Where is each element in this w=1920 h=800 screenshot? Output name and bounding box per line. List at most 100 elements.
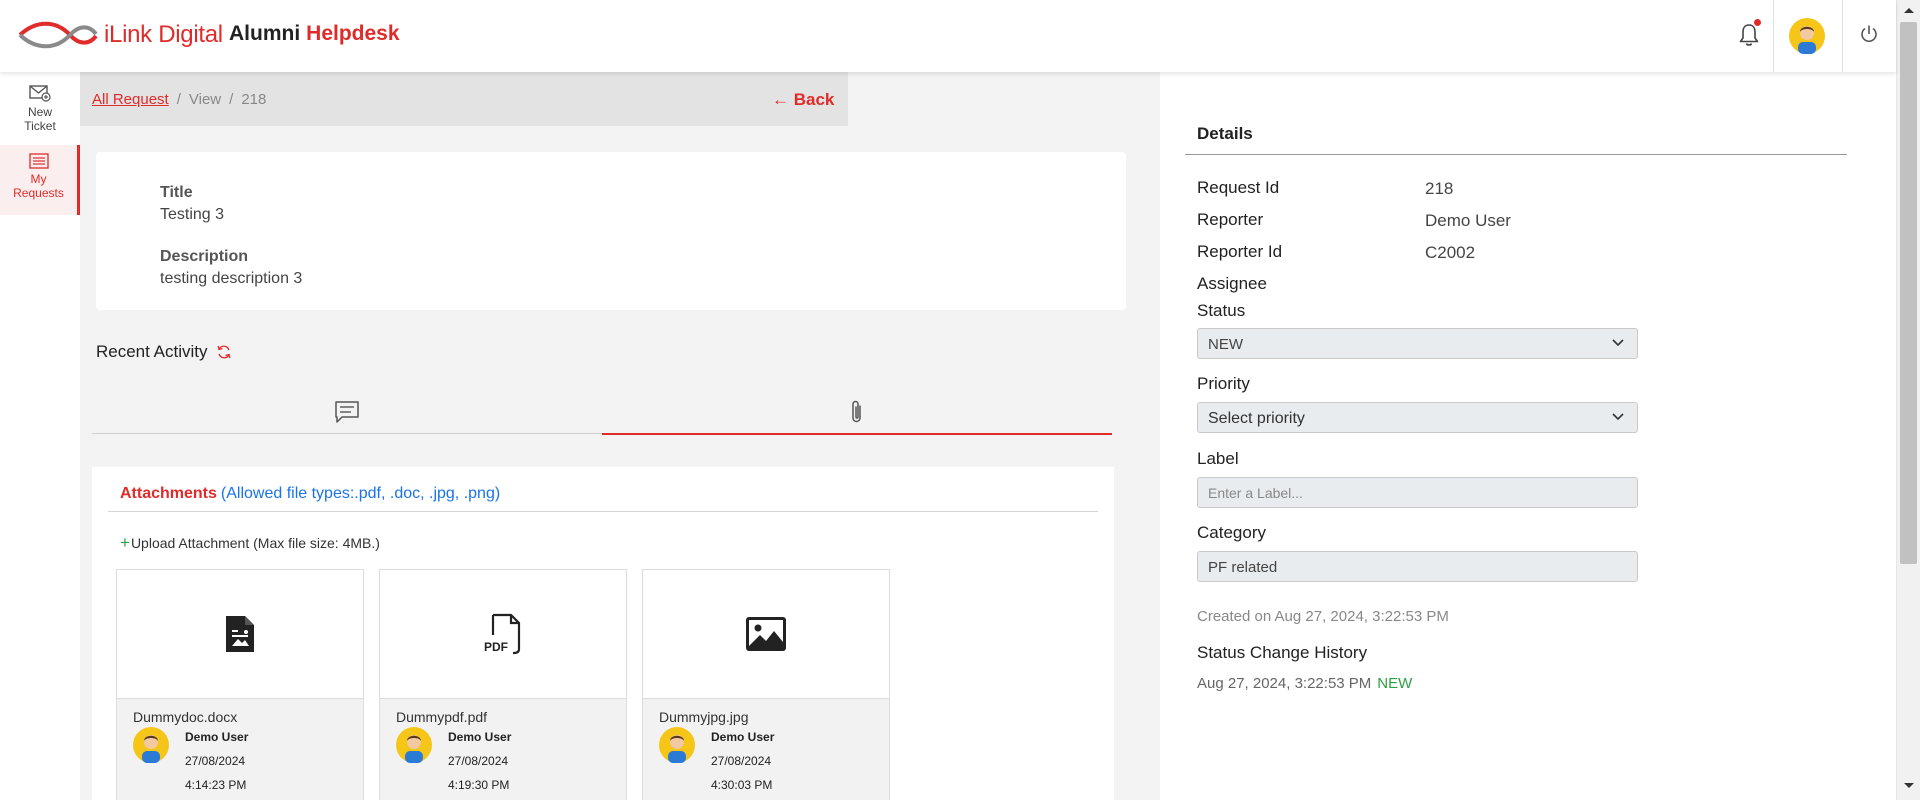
plus-icon: + bbox=[120, 533, 130, 552]
page-scrollbar[interactable] bbox=[1896, 0, 1920, 800]
upload-date: 27/08/2024 bbox=[185, 754, 246, 768]
svg-text:PDF: PDF bbox=[484, 640, 508, 654]
reporter-id-label: Reporter Id bbox=[1197, 242, 1283, 261]
requests-list-icon bbox=[28, 153, 49, 169]
upload-time: 4:14:23 PM bbox=[185, 778, 247, 792]
tab-attachments[interactable] bbox=[602, 390, 1112, 435]
uploader-info: Demo User 27/08/2024 4:30:03 PM bbox=[711, 725, 774, 797]
priority-label: Priority bbox=[1197, 374, 1250, 393]
breadcrumb: All Request / View / 218 bbox=[92, 91, 266, 108]
scroll-up-arrow-icon[interactable] bbox=[1903, 6, 1915, 14]
sidebar-item-my-requests[interactable]: My Requests bbox=[0, 145, 80, 215]
attachment-meta: Dummyjpg.jpg Demo User 27/08/2024 4:30:0… bbox=[643, 698, 889, 800]
recent-activity-label: Recent Activity bbox=[96, 342, 208, 361]
reporter-id-value: C2002 bbox=[1425, 243, 1476, 262]
left-sidebar: New Ticket My Requests bbox=[0, 72, 80, 800]
uploader-info: Demo User 27/08/2024 4:19:30 PM bbox=[448, 725, 511, 797]
status-history-entry: Aug 27, 2024, 3:22:53 PM NEW bbox=[1197, 675, 1412, 692]
top-header: iLink Digital Alumni Helpdesk bbox=[0, 0, 1896, 72]
arrow-left-icon: ← bbox=[772, 90, 789, 109]
header-divider bbox=[1773, 0, 1774, 72]
reporter-row: Reporter Demo User bbox=[1197, 210, 1511, 230]
tab-comments[interactable] bbox=[92, 390, 602, 434]
title-block: Title Testing 3 bbox=[160, 184, 224, 224]
assignee-row: Assignee bbox=[1197, 274, 1267, 294]
image-icon bbox=[746, 617, 786, 651]
category-field[interactable]: PF related bbox=[1197, 551, 1638, 582]
upload-time: 4:19:30 PM bbox=[448, 778, 510, 792]
brand-logo[interactable]: iLink Digital bbox=[18, 18, 223, 52]
uploader-name: Demo User bbox=[711, 730, 775, 744]
sidebar-item-new-ticket[interactable]: New Ticket bbox=[0, 84, 80, 133]
priority-select[interactable]: Select priority bbox=[1197, 402, 1638, 433]
attachment-card[interactable]: PDF Dummypdf.pdf Demo User 27/08/2024 4:… bbox=[379, 569, 627, 800]
description-label: Description bbox=[160, 248, 249, 265]
label-placeholder: Enter a Label... bbox=[1208, 485, 1303, 501]
header-divider bbox=[1842, 0, 1843, 72]
uploader-avatar-icon bbox=[133, 727, 169, 763]
upload-time: 4:30:03 PM bbox=[711, 778, 773, 792]
upload-label: Upload Attachment (Max file size: 4MB.) bbox=[130, 535, 380, 551]
reporter-id-row: Reporter Id C2002 bbox=[1197, 242, 1475, 262]
breadcrumb-separator: / bbox=[176, 91, 181, 108]
reporter-label: Reporter bbox=[1197, 210, 1264, 229]
comment-icon bbox=[335, 401, 359, 423]
attachment-preview bbox=[643, 570, 889, 698]
status-value: NEW bbox=[1208, 336, 1243, 353]
app-title-accent: Helpdesk bbox=[306, 22, 400, 45]
assignee-label: Assignee bbox=[1197, 274, 1267, 293]
label-input[interactable]: Enter a Label... bbox=[1197, 477, 1638, 508]
scrollbar-thumb[interactable] bbox=[1900, 22, 1917, 564]
sidebar-label: My bbox=[30, 172, 47, 186]
upload-date: 27/08/2024 bbox=[711, 754, 772, 768]
history-status: NEW bbox=[1377, 675, 1413, 692]
allowed-file-types: (Allowed file types:.pdf, .doc, .jpg, .p… bbox=[220, 485, 501, 502]
description-block: Description testing description 3 bbox=[160, 248, 302, 288]
status-history-heading: Status Change History bbox=[1197, 643, 1368, 662]
user-avatar-icon[interactable] bbox=[1789, 18, 1825, 54]
breadcrumb-all-request-link[interactable]: All Request bbox=[92, 91, 169, 108]
attachment-preview: PDF bbox=[380, 570, 626, 698]
back-button[interactable]: ← Back bbox=[772, 90, 834, 110]
attachment-card[interactable]: Dummydoc.docx Demo User 27/08/2024 4:14:… bbox=[116, 569, 364, 800]
breadcrumb-view: View bbox=[188, 91, 222, 108]
power-logout-icon[interactable] bbox=[1859, 24, 1879, 44]
attachment-meta: Dummypdf.pdf Demo User 27/08/2024 4:19:3… bbox=[380, 698, 626, 800]
recent-activity-heading: Recent Activity bbox=[96, 342, 232, 362]
history-time: Aug 27, 2024, 3:22:53 PM bbox=[1197, 675, 1372, 692]
document-icon bbox=[226, 616, 254, 652]
attachments-panel: Attachments (Allowed file types:.pdf, .do… bbox=[92, 467, 1114, 800]
status-select[interactable]: NEW bbox=[1197, 328, 1638, 359]
created-timestamp: Created on Aug 27, 2024, 3:22:53 PM bbox=[1197, 608, 1449, 625]
ilink-logo-icon bbox=[18, 21, 98, 49]
chevron-down-icon bbox=[1612, 413, 1624, 421]
pdf-icon: PDF bbox=[484, 613, 521, 655]
details-panel: Details Request Id 218 Reporter Demo Use… bbox=[1160, 72, 1872, 800]
request-id-value: 218 bbox=[1425, 179, 1454, 198]
attachments-title: Attachments bbox=[120, 485, 217, 502]
request-id-label: Request Id bbox=[1197, 178, 1280, 197]
request-info-card: Title Testing 3 Description testing desc… bbox=[96, 152, 1126, 310]
attachment-filename: Dummypdf.pdf bbox=[396, 709, 488, 725]
category-label: Category bbox=[1197, 523, 1266, 542]
details-heading: Details bbox=[1197, 124, 1253, 143]
uploader-avatar-icon bbox=[659, 727, 695, 763]
new-ticket-mail-icon bbox=[29, 85, 51, 102]
uploader-info: Demo User 27/08/2024 4:14:23 PM bbox=[185, 725, 248, 797]
attachment-card[interactable]: Dummyjpg.jpg Demo User 27/08/2024 4:30:0… bbox=[642, 569, 890, 800]
uploader-name: Demo User bbox=[185, 730, 249, 744]
attachment-uploader: Demo User 27/08/2024 4:30:03 PM bbox=[659, 727, 774, 797]
attachment-meta: Dummydoc.docx Demo User 27/08/2024 4:14:… bbox=[117, 698, 363, 800]
back-label: Back bbox=[793, 90, 835, 109]
reporter-value: Demo User bbox=[1425, 211, 1511, 230]
upload-date: 27/08/2024 bbox=[448, 754, 509, 768]
scroll-down-arrow-icon[interactable] bbox=[1903, 782, 1915, 790]
uploader-name: Demo User bbox=[448, 730, 512, 744]
uploader-avatar-icon bbox=[396, 727, 432, 763]
notification-dot bbox=[1754, 19, 1761, 26]
upload-attachment-button[interactable]: +Upload Attachment (Max file size: 4MB.) bbox=[120, 533, 380, 553]
attachment-uploader: Demo User 27/08/2024 4:19:30 PM bbox=[396, 727, 511, 797]
attachments-heading: Attachments (Allowed file types:.pdf, .do… bbox=[120, 485, 500, 503]
status-label: Status bbox=[1197, 301, 1246, 320]
refresh-icon[interactable] bbox=[216, 344, 232, 360]
